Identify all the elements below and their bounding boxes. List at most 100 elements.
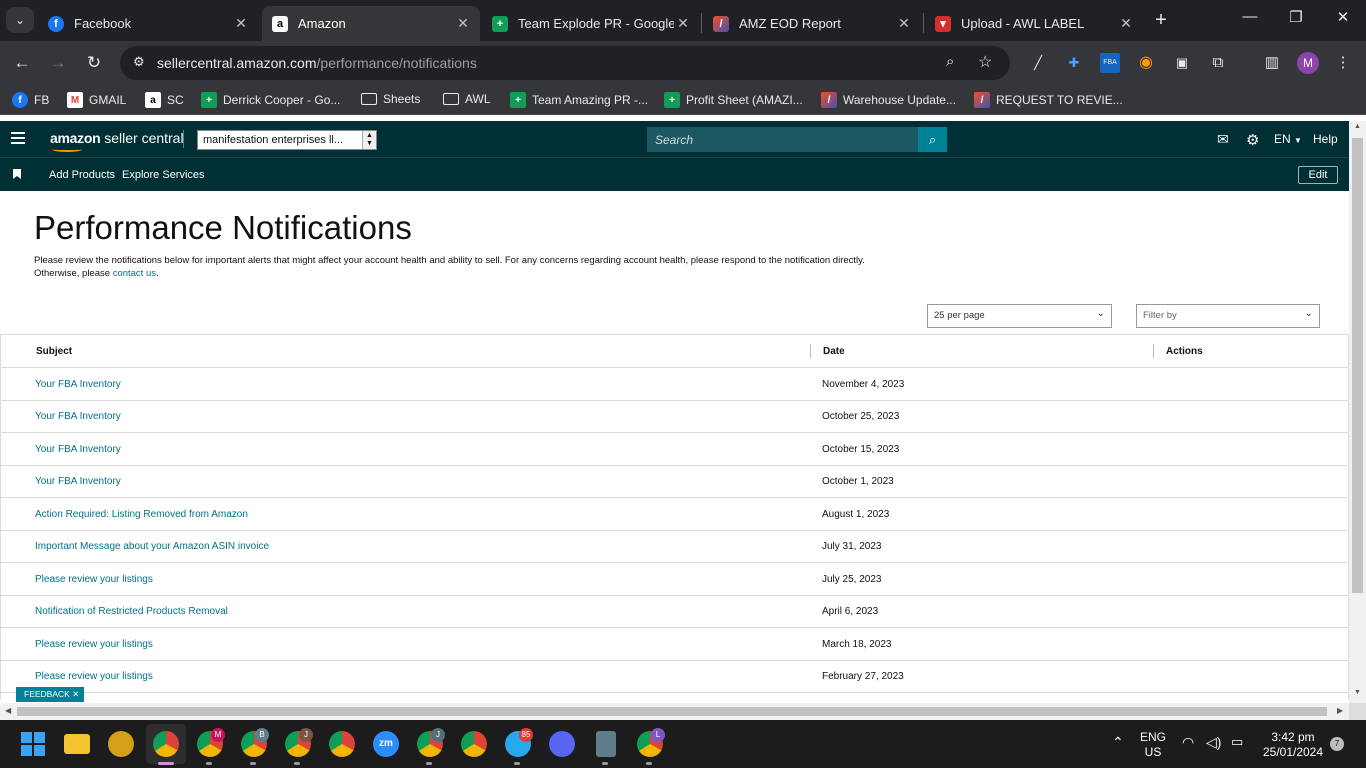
tab-upload-awl-label[interactable]: ▾ Upload - AWL LABEL ✕: [925, 6, 1143, 41]
mail-icon[interactable]: ✉: [1217, 131, 1229, 148]
feedback-button[interactable]: FEEDBACK ✕: [16, 687, 84, 702]
bookmark-sc[interactable]: a SC: [145, 92, 184, 108]
address-bar[interactable]: ⚙ sellercentral.amazon.com/performance/n…: [120, 46, 1010, 80]
add-products-link[interactable]: Add Products: [49, 169, 115, 181]
column-header-date[interactable]: Date: [823, 346, 845, 357]
close-icon[interactable]: ✕: [1117, 15, 1135, 32]
edit-button[interactable]: Edit: [1298, 166, 1338, 184]
horizontal-scroll-thumb[interactable]: [17, 707, 1327, 716]
column-resize-handle[interactable]: [810, 344, 811, 358]
scroll-up-arrow-icon[interactable]: ▲: [1352, 123, 1363, 130]
horizontal-scrollbar[interactable]: ◀ ▶: [0, 703, 1349, 720]
discord-icon[interactable]: [549, 731, 575, 757]
minimize-icon[interactable]: —: [1240, 8, 1260, 25]
back-arrow-icon[interactable]: ←: [10, 51, 34, 75]
site-settings-icon[interactable]: ⚙: [133, 54, 145, 70]
bookmark-profit-sheet[interactable]: + Profit Sheet (AMAZI...: [664, 92, 803, 108]
notification-subject-link[interactable]: Your FBA Inventory: [35, 444, 121, 455]
file-explorer-icon[interactable]: [64, 734, 90, 754]
bookmark-star-icon[interactable]: ☆: [978, 52, 992, 72]
tab-amz-eod-report[interactable]: / AMZ EOD Report ✕: [703, 6, 921, 41]
column-header-subject[interactable]: Subject: [36, 346, 72, 357]
extension-pen-icon[interactable]: ╱: [1028, 53, 1048, 73]
bookmark-folder-sheets[interactable]: Sheets: [361, 92, 420, 106]
zoom-app-icon[interactable]: zm: [373, 731, 399, 757]
extension-puzzle-blue-icon[interactable]: ✚: [1064, 53, 1084, 73]
chrome-icon[interactable]: [461, 731, 487, 757]
close-icon[interactable]: ✕: [674, 15, 692, 32]
close-icon[interactable]: ✕: [895, 15, 913, 32]
running-indicator: [426, 762, 432, 765]
profile-avatar[interactable]: M: [1297, 52, 1319, 74]
bookmark-icon[interactable]: [13, 169, 21, 179]
tab-search-chevron-icon[interactable]: ⌄: [6, 7, 34, 33]
notification-subject-link[interactable]: Your FBA Inventory: [35, 476, 121, 487]
volume-icon[interactable]: ◁): [1206, 734, 1221, 751]
chrome-icon[interactable]: [153, 731, 179, 757]
notification-subject-link[interactable]: Your FBA Inventory: [35, 379, 121, 390]
close-icon[interactable]: ✕: [232, 15, 250, 32]
reload-icon[interactable]: ↻: [82, 51, 106, 75]
chrome-menu-icon[interactable]: ⋮: [1333, 53, 1353, 73]
search-icon[interactable]: ⌕: [918, 127, 947, 152]
language-selector[interactable]: EN ▼: [1274, 132, 1302, 146]
calculator-icon[interactable]: [596, 731, 616, 757]
language-indicator[interactable]: ENG US: [1140, 730, 1166, 760]
bookmark-folder-awl[interactable]: AWL: [443, 92, 491, 106]
bookmark-fb[interactable]: f FB: [12, 92, 49, 108]
windows-start-icon[interactable]: [21, 732, 45, 756]
bookmark-warehouse-update[interactable]: / Warehouse Update...: [821, 92, 956, 108]
wifi-icon[interactable]: ◠: [1182, 734, 1194, 751]
bookmark-team-amazing[interactable]: + Team Amazing PR -...: [510, 92, 648, 108]
scroll-right-arrow-icon[interactable]: ▶: [1337, 706, 1343, 715]
extensions-puzzle-icon[interactable]: ⧉: [1208, 53, 1228, 73]
bookmark-gmail[interactable]: M GMAIL: [67, 92, 126, 108]
help-link[interactable]: Help: [1313, 132, 1338, 146]
tab-amazon[interactable]: a Amazon ✕: [262, 6, 480, 41]
tray-chevron-up-icon[interactable]: ⌃: [1112, 734, 1124, 751]
explore-services-link[interactable]: Explore Services: [122, 169, 205, 181]
fba-extension-icon[interactable]: FBA: [1100, 53, 1120, 73]
forward-arrow-icon[interactable]: →: [46, 51, 70, 75]
battery-icon[interactable]: ▭: [1231, 734, 1243, 750]
notification-subject-link[interactable]: Action Required: Listing Removed from Am…: [35, 509, 248, 520]
search-input[interactable]: Search: [647, 127, 918, 152]
new-tab-plus-icon[interactable]: +: [1150, 9, 1172, 31]
notification-subject-link[interactable]: Please review your listings: [35, 671, 153, 682]
window-close-icon[interactable]: ✕: [1333, 8, 1353, 26]
store-selector[interactable]: manifestation enterprises ll... ▲ ▼: [197, 130, 377, 150]
per-page-select[interactable]: 25 per page ⌄: [927, 304, 1112, 328]
windows-taskbar: M B J zm J 85 L ⌃ ENG US ◠ ◁) ▭ 3:42 pm 25…: [0, 720, 1366, 768]
bookmark-derrick-cooper[interactable]: + Derrick Cooper - Go...: [201, 92, 340, 108]
vertical-scroll-thumb[interactable]: [1352, 138, 1363, 593]
seller-central-logo[interactable]: amazon seller central: [50, 130, 184, 146]
notification-subject-link[interactable]: Your FBA Inventory: [35, 411, 121, 422]
chrome-icon[interactable]: [329, 731, 355, 757]
clock[interactable]: 3:42 pm 25/01/2024: [1258, 730, 1328, 760]
scroll-left-arrow-icon[interactable]: ◀: [5, 706, 11, 715]
notification-subject-link[interactable]: Please review your listings: [35, 574, 153, 585]
screenshot-camera-icon[interactable]: ▣: [1172, 53, 1192, 73]
scroll-down-arrow-icon[interactable]: ▼: [1352, 689, 1363, 696]
hamburger-menu-icon[interactable]: [11, 132, 25, 144]
tab-facebook[interactable]: f Facebook ✕: [38, 6, 258, 41]
extension-circle-icon[interactable]: ◉: [1136, 53, 1156, 73]
app-character-icon[interactable]: [108, 731, 134, 757]
restore-icon[interactable]: ❐: [1286, 8, 1306, 26]
tab-team-explode[interactable]: + Team Explode PR - Google S ✕: [482, 6, 700, 41]
column-resize-handle[interactable]: [1153, 344, 1154, 358]
gear-icon[interactable]: ⚙: [1246, 131, 1259, 149]
notification-count-badge[interactable]: 7: [1330, 737, 1344, 751]
side-panel-icon[interactable]: ▥: [1262, 53, 1282, 73]
vertical-scrollbar[interactable]: ▲ ▼: [1349, 121, 1366, 703]
bookmark-request-to-review[interactable]: / REQUEST TO REVIE...: [974, 92, 1123, 108]
google-sheets-icon: +: [664, 92, 680, 108]
contact-us-link[interactable]: contact us: [113, 268, 156, 279]
notification-subject-link[interactable]: Please review your listings: [35, 639, 153, 650]
notification-subject-link[interactable]: Important Message about your Amazon ASIN…: [35, 541, 269, 552]
zoom-icon[interactable]: ⌕: [946, 53, 954, 70]
filter-select[interactable]: Filter by ⌄: [1136, 304, 1320, 328]
notification-subject-link[interactable]: Notification of Restricted Products Remo…: [35, 606, 228, 617]
close-icon[interactable]: ✕: [72, 689, 79, 699]
close-icon[interactable]: ✕: [454, 15, 472, 32]
